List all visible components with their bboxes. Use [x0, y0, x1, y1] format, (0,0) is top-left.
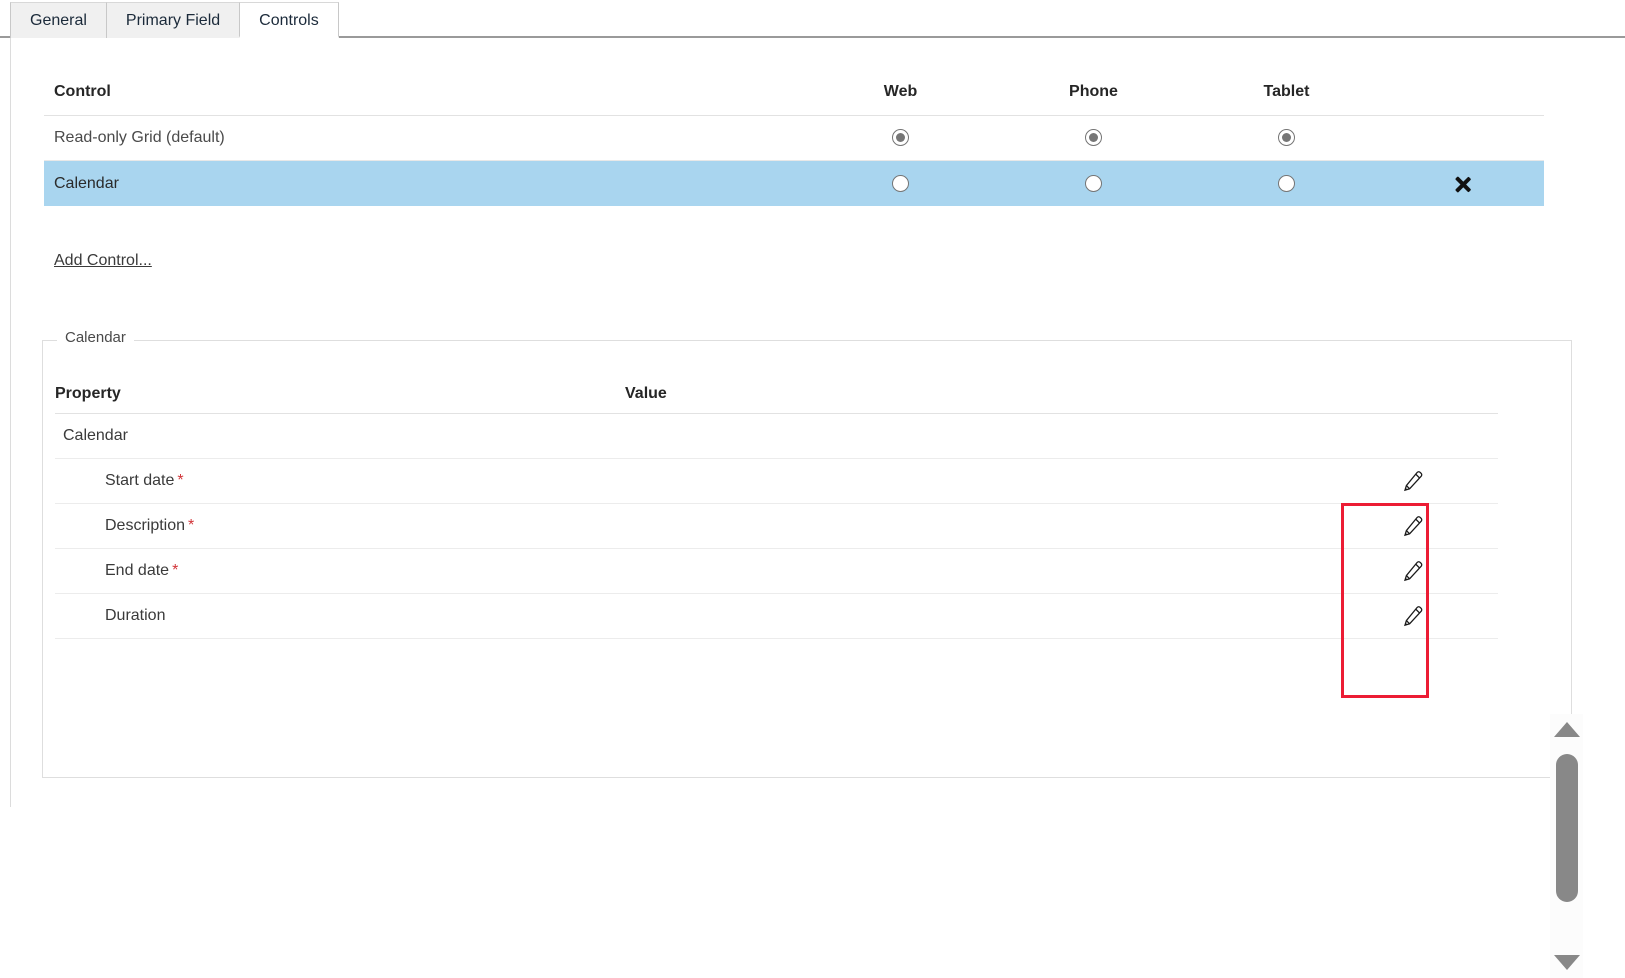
table-row[interactable]: Start date * [55, 459, 1498, 504]
tab-controls[interactable]: Controls [239, 2, 339, 38]
radio-cell-phone [997, 129, 1190, 147]
property-name-duration: Duration [105, 607, 166, 624]
scroll-up-arrow-icon[interactable] [1553, 722, 1580, 737]
column-header-tablet: Tablet [1263, 82, 1310, 100]
column-header-property: Property [55, 384, 121, 402]
tab-list: General Primary Field Controls [10, 2, 339, 38]
table-row[interactable]: Description * [55, 504, 1498, 549]
radio-web-readonly-grid[interactable] [892, 129, 909, 147]
close-x-icon[interactable] [1452, 173, 1474, 195]
edit-cell-end-date [1325, 558, 1498, 584]
fieldset-legend: Calendar [57, 329, 134, 346]
tab-primary-field[interactable]: Primary Field [105, 2, 241, 38]
calendar-properties-fieldset: Calendar Property Value Calendar Start d… [42, 329, 1583, 978]
control-name-readonly-grid: Read-only Grid (default) [54, 129, 225, 146]
radio-web-calendar[interactable] [892, 174, 909, 192]
column-header-web: Web [883, 82, 918, 100]
edit-cell-duration [1325, 603, 1498, 629]
radio-cell-phone [997, 174, 1190, 193]
radio-cell-tablet [1190, 129, 1383, 147]
radio-phone-readonly-grid[interactable] [1085, 129, 1102, 147]
property-row-end-date: End date * [55, 562, 625, 580]
property-name-end-date: End date [105, 562, 170, 579]
required-asterisk: * [188, 517, 195, 534]
controls-table-header-row: Control Web Phone Tablet [44, 68, 1544, 116]
property-row-duration: Duration [55, 607, 625, 625]
radio-cell-tablet [1190, 174, 1383, 193]
property-grid-scrollbar[interactable] [1550, 714, 1583, 978]
scroll-down-arrow-icon[interactable] [1553, 955, 1580, 970]
property-name-description: Description [105, 517, 186, 534]
table-row[interactable]: Read-only Grid (default) [44, 116, 1544, 161]
tab-general[interactable]: General [10, 2, 107, 38]
property-row-description: Description * [55, 517, 625, 535]
radio-cell-web [804, 174, 997, 193]
property-row-start-date: Start date * [55, 472, 625, 490]
radio-cell-web [804, 129, 997, 147]
table-row[interactable]: Calendar [44, 161, 1544, 206]
controls-panel: Control Web Phone Tablet Read-only Grid … [10, 38, 1625, 978]
scrollbar-thumb[interactable] [1555, 754, 1578, 902]
table-row[interactable]: End date * [55, 549, 1498, 594]
action-cell-calendar [1383, 173, 1543, 195]
required-asterisk: * [172, 562, 179, 579]
property-name-calendar: Calendar [63, 427, 128, 444]
table-row[interactable]: Duration [55, 594, 1498, 639]
edit-cell-description [1325, 513, 1498, 539]
pencil-edit-icon[interactable] [1399, 513, 1425, 539]
edit-cell-start-date [1325, 468, 1498, 494]
tab-strip: General Primary Field Controls [0, 0, 1625, 38]
column-header-phone: Phone [1069, 82, 1118, 100]
radio-tablet-readonly-grid[interactable] [1278, 129, 1295, 147]
pencil-edit-icon[interactable] [1399, 603, 1425, 629]
controls-table: Control Web Phone Tablet Read-only Grid … [44, 68, 1544, 206]
radio-tablet-calendar[interactable] [1278, 174, 1295, 192]
pencil-edit-icon[interactable] [1399, 558, 1425, 584]
property-grid-header-row: Property Value [55, 374, 1498, 414]
add-control-link[interactable]: Add Control... [54, 252, 152, 270]
required-asterisk: * [177, 472, 184, 489]
table-row[interactable]: Calendar [55, 414, 1498, 459]
property-grid: Property Value Calendar Start date * Des… [55, 374, 1498, 639]
column-header-value: Value [625, 384, 667, 402]
radio-phone-calendar[interactable] [1085, 174, 1102, 192]
control-name-calendar: Calendar [54, 174, 119, 192]
pencil-edit-icon[interactable] [1399, 468, 1425, 494]
column-header-control: Control [54, 82, 111, 100]
property-name-start-date: Start date [105, 472, 175, 489]
